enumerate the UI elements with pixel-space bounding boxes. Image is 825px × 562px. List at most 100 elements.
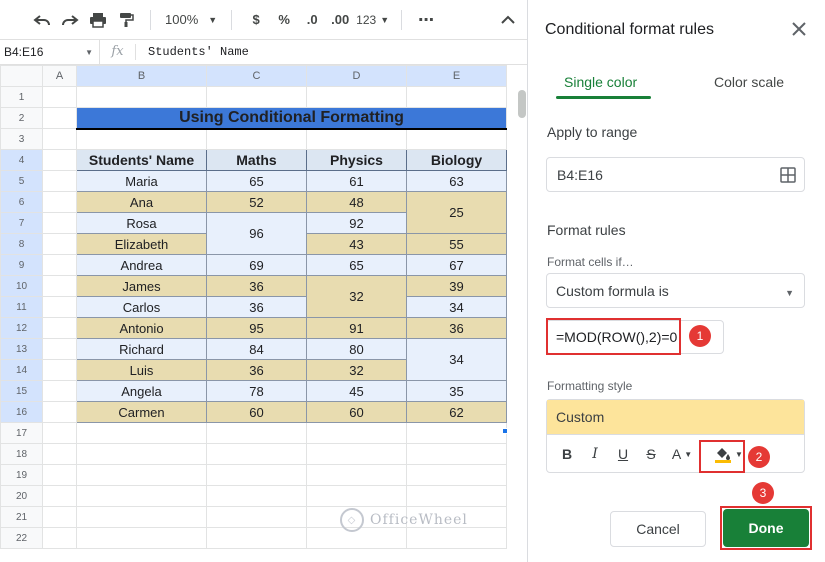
data-cell[interactable]: 52	[206, 191, 307, 213]
column-header[interactable]: C	[206, 65, 307, 87]
data-cell[interactable]: 39	[406, 275, 507, 297]
column-header[interactable]: D	[306, 65, 407, 87]
row-header[interactable]: 10	[0, 275, 43, 297]
print-icon[interactable]	[84, 6, 112, 34]
data-cell[interactable]: 55	[406, 233, 507, 255]
data-cell[interactable]: 69	[206, 254, 307, 276]
data-cell[interactable]: 36	[206, 275, 307, 297]
decrease-decimal-button[interactable]: .0	[298, 6, 326, 34]
data-cell[interactable]: 45	[306, 380, 407, 402]
more-options-icon[interactable]: ⋯	[412, 6, 440, 34]
name-cell[interactable]: James	[76, 275, 207, 297]
row-header[interactable]: 8	[0, 233, 43, 255]
data-cell[interactable]: 36	[206, 359, 307, 381]
paint-format-icon[interactable]	[112, 6, 140, 34]
underline-button[interactable]: U	[609, 440, 637, 468]
data-cell[interactable]: 36	[406, 317, 507, 339]
tab-color-scale[interactable]: Color scale	[714, 74, 784, 90]
merged-cell[interactable]: 32	[306, 275, 407, 318]
merged-cell[interactable]: 25	[406, 191, 507, 234]
row-header[interactable]: 12	[0, 317, 43, 339]
name-cell[interactable]: Ana	[76, 191, 207, 213]
data-cell[interactable]: 92	[306, 212, 407, 234]
zoom-select[interactable]: 100% ▼	[161, 6, 221, 34]
row-header[interactable]: 5	[0, 170, 43, 192]
row-header[interactable]: 9	[0, 254, 43, 276]
name-cell[interactable]: Carlos	[76, 296, 207, 318]
row-header[interactable]: 1	[0, 86, 43, 108]
column-header[interactable]: A	[42, 65, 77, 87]
name-cell[interactable]: Luis	[76, 359, 207, 381]
name-cell[interactable]: Andrea	[76, 254, 207, 276]
condition-select[interactable]: Custom formula is ▼	[546, 273, 805, 308]
cancel-button[interactable]: Cancel	[610, 511, 706, 547]
row-header[interactable]: 13	[0, 338, 43, 360]
name-cell[interactable]: Maria	[76, 170, 207, 192]
merged-cell[interactable]: 34	[406, 338, 507, 381]
tab-single-color[interactable]: Single color	[564, 74, 637, 90]
range-input[interactable]: B4:E16	[546, 157, 805, 192]
sheet-title[interactable]: Using Conditional Formatting	[76, 107, 507, 130]
column-header[interactable]: B	[76, 65, 207, 87]
row-header[interactable]: 6	[0, 191, 43, 213]
select-all-corner[interactable]	[0, 65, 43, 87]
row-header[interactable]: 3	[0, 128, 43, 150]
row-header[interactable]: 18	[0, 443, 43, 465]
row-header[interactable]: 14	[0, 359, 43, 381]
select-range-icon[interactable]	[780, 167, 796, 186]
row-header[interactable]: 7	[0, 212, 43, 234]
increase-decimal-button[interactable]: .00	[326, 6, 354, 34]
undo-icon[interactable]	[28, 6, 56, 34]
name-box[interactable]: B4:E16 ▼	[0, 39, 100, 65]
data-cell[interactable]: 95	[206, 317, 307, 339]
header-cell[interactable]: Biology	[406, 149, 507, 171]
name-cell[interactable]: Elizabeth	[76, 233, 207, 255]
bold-button[interactable]: B	[553, 440, 581, 468]
data-cell[interactable]: 63	[406, 170, 507, 192]
row-header[interactable]: 22	[0, 527, 43, 549]
column-header[interactable]: E	[406, 65, 507, 87]
row-header[interactable]: 21	[0, 506, 43, 528]
data-cell[interactable]: 65	[306, 254, 407, 276]
header-cell[interactable]: Students' Name	[76, 149, 207, 171]
data-cell[interactable]: 48	[306, 191, 407, 213]
style-preview[interactable]: Custom	[547, 400, 804, 435]
close-icon[interactable]	[789, 20, 809, 41]
data-cell[interactable]: 43	[306, 233, 407, 255]
data-cell[interactable]: 35	[406, 380, 507, 402]
name-cell[interactable]: Angela	[76, 380, 207, 402]
row-header[interactable]: 20	[0, 485, 43, 507]
data-cell[interactable]: 91	[306, 317, 407, 339]
number-format-button[interactable]: 123 ▼	[354, 6, 391, 34]
selection-handle[interactable]	[502, 428, 508, 434]
header-cell[interactable]: Physics	[306, 149, 407, 171]
row-header[interactable]: 17	[0, 422, 43, 444]
data-cell[interactable]: 84	[206, 338, 307, 360]
data-cell[interactable]: 36	[206, 296, 307, 318]
data-cell[interactable]: 80	[306, 338, 407, 360]
merged-cell[interactable]: 96	[206, 212, 307, 255]
row-header[interactable]: 15	[0, 380, 43, 402]
data-cell[interactable]: 34	[406, 296, 507, 318]
name-cell[interactable]: Antonio	[76, 317, 207, 339]
row-header[interactable]: 2	[0, 107, 43, 129]
data-cell[interactable]: 32	[306, 359, 407, 381]
row-header[interactable]: 16	[0, 401, 43, 423]
data-cell[interactable]: 60	[206, 401, 307, 423]
data-cell[interactable]: 67	[406, 254, 507, 276]
name-cell[interactable]: Rosa	[76, 212, 207, 234]
row-header[interactable]: 4	[0, 149, 43, 171]
data-cell[interactable]: 60	[306, 401, 407, 423]
vertical-scrollbar[interactable]	[518, 90, 526, 118]
text-color-button[interactable]: A ▼	[665, 440, 699, 468]
row-header[interactable]: 11	[0, 296, 43, 318]
data-cell[interactable]: 65	[206, 170, 307, 192]
data-cell[interactable]: 61	[306, 170, 407, 192]
strikethrough-button[interactable]: S	[637, 440, 665, 468]
data-cell[interactable]: 62	[406, 401, 507, 423]
name-cell[interactable]: Carmen	[76, 401, 207, 423]
row-header[interactable]: 19	[0, 464, 43, 486]
redo-icon[interactable]	[56, 6, 84, 34]
header-cell[interactable]: Maths	[206, 149, 307, 171]
name-cell[interactable]: Richard	[76, 338, 207, 360]
